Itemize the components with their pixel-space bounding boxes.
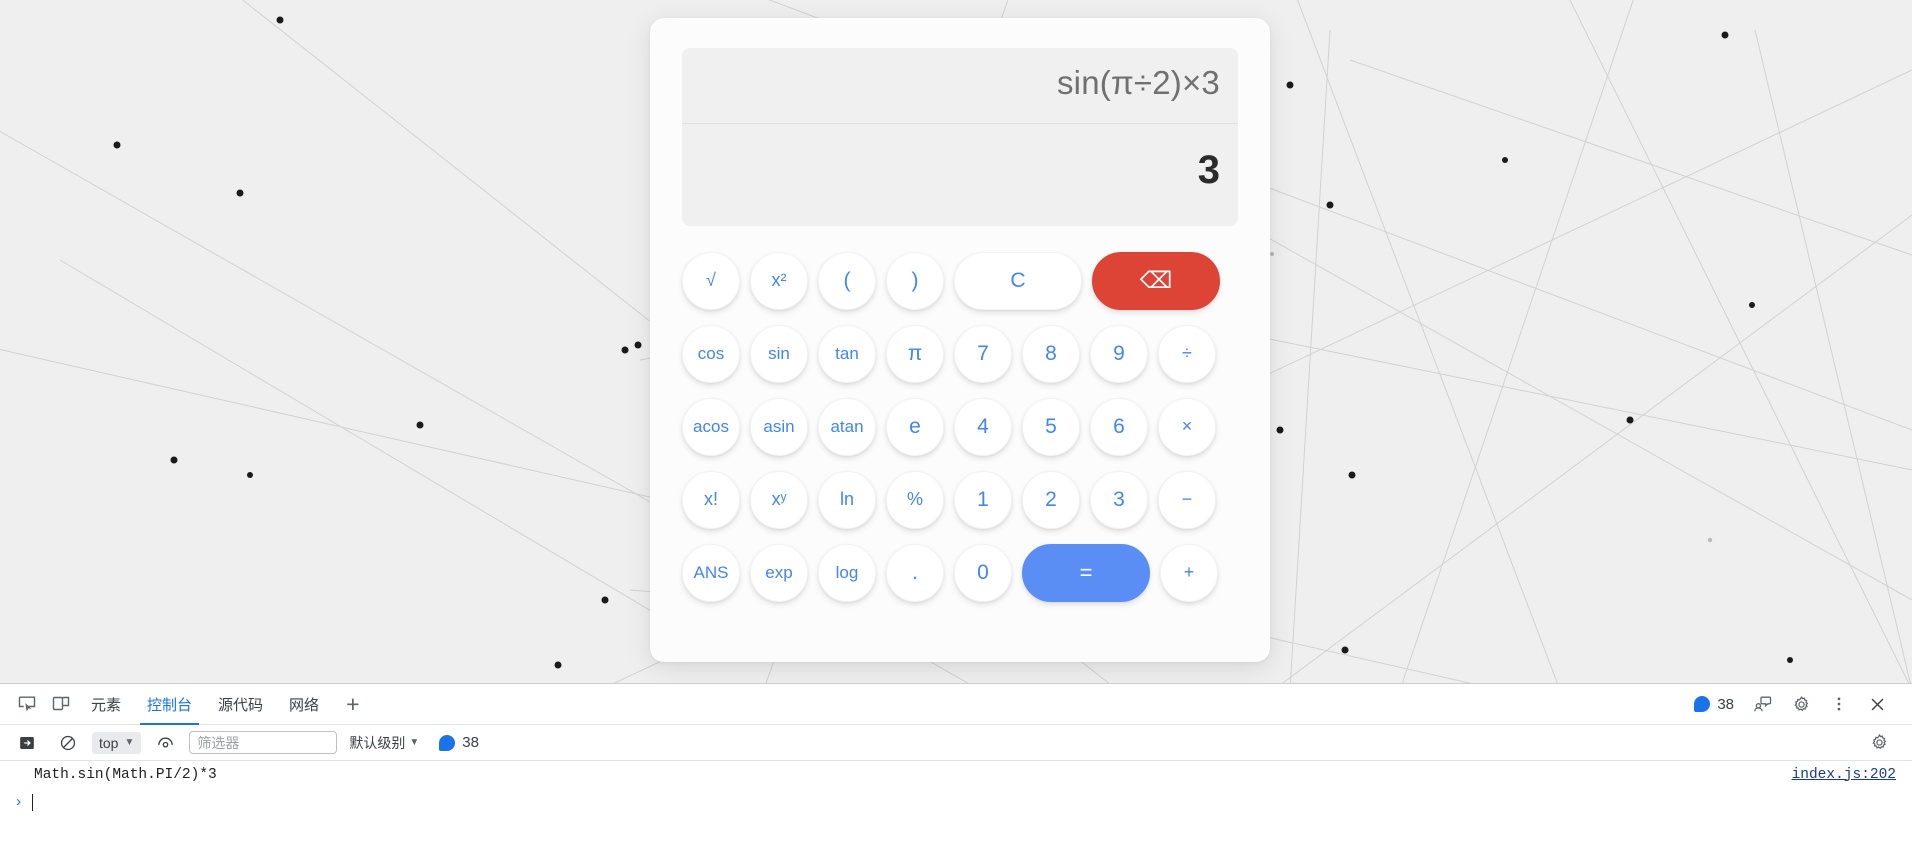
key-atan[interactable]: atan	[818, 397, 876, 456]
log-level-count-label: 38	[462, 734, 479, 751]
display-expression: sin(π÷2)×3	[682, 48, 1238, 124]
key-close-paren[interactable]: )	[886, 251, 944, 310]
tab-elements[interactable]: 元素	[78, 684, 134, 725]
key-tan[interactable]: tan	[818, 324, 876, 383]
key-plus[interactable]: +	[1160, 543, 1218, 602]
tab-network-label: 网络	[289, 696, 320, 714]
more-options-icon[interactable]	[1822, 689, 1856, 719]
settings-gear-icon[interactable]	[1784, 689, 1818, 719]
app-root: sin(π÷2)×3 3 √ x²() C ⌫ cos sin tan π 7 8 9 ÷ acos as…	[0, 0, 1912, 846]
devtools-tabbar: 元素 控制台 源代码 网络 + 38	[0, 684, 1912, 725]
text-caret	[32, 793, 34, 811]
key-e[interactable]: e	[886, 397, 944, 456]
more-tabs-button[interactable]: +	[332, 692, 373, 716]
log-level-select[interactable]: 默认级别 ▼	[344, 731, 424, 755]
console-log-text: Math.sin(Math.PI/2)*3	[34, 766, 217, 783]
log-level-count-badge[interactable]: 38	[431, 734, 487, 751]
key-sqrt[interactable]: √	[682, 251, 740, 310]
tab-sources[interactable]: 源代码	[205, 684, 276, 725]
tab-console[interactable]: 控制台	[134, 684, 205, 725]
devtools-tabbar-actions: 38	[1686, 689, 1902, 719]
close-devtools-icon[interactable]	[1860, 689, 1894, 719]
console-prompt-row[interactable]: ›	[0, 788, 1912, 816]
key-9[interactable]: 9	[1090, 324, 1148, 383]
keypad-row-5: ANS exp log. 0 = +	[682, 536, 1238, 609]
web-page-viewport: sin(π÷2)×3 3 √ x²() C ⌫ cos sin tan π 7 8 9 ÷ acos as…	[0, 0, 1912, 683]
key-6[interactable]: 6	[1090, 397, 1148, 456]
console-settings-area	[1862, 728, 1902, 758]
tab-console-label: 控制台	[147, 696, 193, 714]
key-acos[interactable]: acos	[682, 397, 740, 456]
execution-context-value: top	[99, 734, 119, 751]
console-output: Math.sin(Math.PI/2)*3 index.js:202 ›	[0, 761, 1912, 846]
key-equals[interactable]: =	[1022, 543, 1150, 602]
clear-console-icon[interactable]	[51, 728, 85, 758]
key-cos[interactable]: cos	[682, 324, 740, 383]
key-0[interactable]: 0	[954, 543, 1012, 602]
key-5[interactable]: 5	[1022, 397, 1080, 456]
console-source-link[interactable]: index.js:202	[1792, 767, 1896, 783]
calculator-keypad: √ x²() C ⌫ cos sin tan π 7 8 9 ÷ acos asin atan e 4 5 6 × x!…	[682, 244, 1238, 609]
tab-elements-label: 元素	[91, 696, 122, 714]
message-count-badge[interactable]: 38	[1686, 696, 1742, 713]
execution-context-select[interactable]: top ▼	[92, 731, 142, 754]
key-decimal[interactable]: .	[886, 543, 944, 602]
key-divide[interactable]: ÷	[1158, 324, 1216, 383]
log-level-value: 默认级别	[349, 734, 406, 751]
key-power[interactable]: xʸ	[750, 470, 808, 529]
key-open-paren[interactable]: (	[818, 251, 876, 310]
message-icon-small	[439, 734, 456, 751]
key-3[interactable]: 3	[1090, 470, 1148, 529]
calculator-display: sin(π÷2)×3 3	[682, 48, 1238, 226]
keypad-row-4: x! xʸ ln% 1 2 3−	[682, 463, 1238, 536]
key-1[interactable]: 1	[954, 470, 1012, 529]
console-sidebar-toggle-icon[interactable]	[10, 728, 44, 758]
key-minus[interactable]: −	[1158, 470, 1216, 529]
live-expression-icon[interactable]	[148, 728, 182, 758]
key-sin[interactable]: sin	[750, 324, 808, 383]
devtools-panel: 元素 控制台 源代码 网络 + 38 top ▼ 筛选器 默认级别 ▼ 38 M…	[0, 683, 1912, 846]
calculator-card: sin(π÷2)×3 3 √ x²() C ⌫ cos sin tan π 7 8 9 ÷ acos as…	[650, 18, 1270, 662]
key-percent[interactable]: %	[886, 470, 944, 529]
tab-network[interactable]: 网络	[276, 684, 332, 725]
chevron-down-icon-level: ▼	[409, 737, 420, 748]
tab-sources-label: 源代码	[218, 696, 264, 714]
console-settings-gear-icon[interactable]	[1862, 728, 1896, 758]
key-clear[interactable]: C	[954, 251, 1082, 310]
key-multiply[interactable]: ×	[1158, 397, 1216, 456]
keypad-row-3: acos asin atan e 4 5 6 ×	[682, 390, 1238, 463]
console-toolbar: top ▼ 默认级别 ▼ 38	[0, 725, 1912, 761]
key-exp[interactable]: exp	[750, 543, 808, 602]
feedback-icon[interactable]	[1746, 689, 1780, 719]
key-ans[interactable]: ANS	[682, 543, 740, 602]
chevron-down-icon: ▼	[124, 737, 135, 748]
message-icon	[1694, 696, 1711, 712]
key-backspace[interactable]: ⌫	[1092, 251, 1220, 310]
key-asin[interactable]: asin	[750, 397, 808, 456]
key-2[interactable]: 2	[1022, 470, 1080, 529]
message-count-label: 38	[1717, 695, 1734, 713]
inspect-element-icon[interactable]	[10, 689, 44, 719]
device-toolbar-icon[interactable]	[44, 689, 78, 719]
keypad-row-1: √ x²() C ⌫	[682, 244, 1238, 317]
console-filter-input[interactable]	[189, 731, 338, 754]
display-result: 3	[1197, 147, 1220, 192]
key-log[interactable]: log	[818, 543, 876, 602]
console-log-entry[interactable]: Math.sin(Math.PI/2)*3 index.js:202	[0, 761, 1912, 788]
key-ln[interactable]: ln	[818, 470, 876, 529]
keypad-row-2: cos sin tan π 7 8 9 ÷	[682, 317, 1238, 390]
prompt-arrow-icon: ›	[14, 793, 24, 811]
key-factorial[interactable]: x!	[682, 470, 740, 529]
key-square[interactable]: x²	[750, 251, 808, 310]
key-pi[interactable]: π	[886, 324, 944, 383]
key-4[interactable]: 4	[954, 397, 1012, 456]
key-8[interactable]: 8	[1022, 324, 1080, 383]
key-7[interactable]: 7	[954, 324, 1012, 383]
